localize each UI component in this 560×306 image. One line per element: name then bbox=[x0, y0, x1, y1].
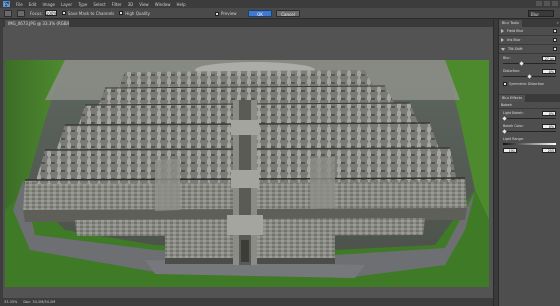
symmetric-distortion-label: Symmetric Distortion bbox=[509, 82, 545, 86]
save-mask-checkbox[interactable] bbox=[61, 11, 66, 15]
photoshop-logo: Ps bbox=[3, 1, 10, 7]
ok-button[interactable]: OK bbox=[248, 10, 272, 17]
status-bar: 33.33% Doc: 34.2M/34.2M bbox=[0, 298, 493, 306]
light-bokeh-track bbox=[503, 118, 556, 119]
tab-blur-tools[interactable]: Blur Tools bbox=[499, 20, 522, 27]
bokeh-row: Bokeh bbox=[499, 102, 560, 109]
pin-tool-icon[interactable] bbox=[17, 9, 25, 17]
document-tab-bar: IMG_0673.JPG @ 33.3% (RGB/8)* bbox=[3, 19, 493, 27]
doc-size: Doc: 34.2M/34.2M bbox=[23, 300, 56, 304]
bokeh-color-input[interactable]: 0% bbox=[542, 123, 556, 129]
light-range-high-input[interactable]: 255 bbox=[542, 147, 556, 153]
bokeh-color-track bbox=[503, 131, 556, 132]
iris-blur-label: Iris Blur bbox=[507, 38, 521, 42]
tilt-shift-controls: Blur: 27 px Distortion: 0% Symmetric Dis… bbox=[499, 54, 560, 88]
light-range-label: Light Range: bbox=[503, 137, 524, 141]
menu-view[interactable]: View bbox=[139, 2, 149, 7]
menu-3d[interactable]: 3D bbox=[128, 2, 134, 7]
zoom-readout[interactable]: 33.33% bbox=[4, 300, 17, 304]
light-bokeh-input[interactable]: 0% bbox=[542, 110, 556, 116]
high-quality-label: High Quality bbox=[125, 10, 151, 16]
tilt-shift-label: Tilt-Shift bbox=[508, 47, 523, 51]
preview-group: Preview bbox=[215, 11, 237, 16]
blur-tools-tabbar: Blur Tools bbox=[499, 19, 560, 27]
menu-help[interactable]: Help bbox=[176, 2, 185, 7]
menu-edit[interactable]: Edit bbox=[29, 2, 37, 7]
menu-bar: Ps File Edit Image Layer Type Select Fil… bbox=[0, 0, 560, 8]
focus-group: Focus: 100% bbox=[30, 10, 57, 16]
preview-checkbox[interactable] bbox=[215, 11, 219, 16]
expand-triangle-icon[interactable] bbox=[501, 38, 504, 42]
field-blur-row[interactable]: Field Blur bbox=[499, 27, 560, 36]
blur-amount-label: Blur: bbox=[503, 56, 511, 60]
light-bokeh-label: Light Bokeh: bbox=[503, 111, 524, 115]
focus-label: Focus: bbox=[30, 10, 43, 16]
menu-layer[interactable]: Layer bbox=[61, 2, 72, 7]
maximize-icon[interactable] bbox=[544, 1, 550, 6]
menu-type[interactable]: Type bbox=[78, 2, 87, 7]
tilt-shift-checkbox[interactable] bbox=[553, 47, 557, 51]
field-blur-checkbox[interactable] bbox=[553, 29, 557, 33]
blur-effects-tabbar: Blur Effects bbox=[499, 94, 560, 102]
menu-image[interactable]: Image bbox=[42, 2, 55, 7]
light-bokeh-slider[interactable] bbox=[502, 116, 556, 121]
distortion-label: Distortion: bbox=[503, 69, 521, 73]
iris-blur-row[interactable]: Iris Blur bbox=[499, 36, 560, 45]
save-mask-group: Save Mask to Channels bbox=[61, 10, 115, 16]
menu-filter[interactable]: Filter bbox=[112, 2, 122, 7]
field-blur-label: Field Blur bbox=[507, 29, 524, 33]
bokeh-label: Bokeh bbox=[501, 103, 512, 107]
save-mask-label: Save Mask to Channels bbox=[67, 10, 115, 16]
expand-triangle-icon[interactable] bbox=[501, 29, 504, 33]
window-controls bbox=[536, 1, 558, 6]
light-bokeh-knob[interactable] bbox=[502, 116, 507, 121]
blur-slider-track bbox=[503, 63, 556, 64]
distortion-slider-knob[interactable] bbox=[527, 74, 532, 79]
focus-input[interactable]: 100% bbox=[44, 10, 57, 16]
distortion-slider[interactable] bbox=[503, 74, 556, 79]
symmetric-distortion-checkbox[interactable] bbox=[503, 82, 507, 86]
collapse-icon[interactable]: » bbox=[557, 20, 559, 25]
document-tab[interactable]: IMG_0673.JPG @ 33.3% (RGB/8)* bbox=[5, 20, 69, 27]
close-icon[interactable] bbox=[552, 1, 558, 6]
workspace-select[interactable]: Blur Gallery bbox=[528, 10, 554, 24]
menu-select[interactable]: Select bbox=[93, 2, 105, 7]
high-quality-checkbox[interactable] bbox=[119, 11, 124, 15]
menu-file[interactable]: File bbox=[16, 2, 23, 7]
cancel-button[interactable]: Cancel bbox=[276, 10, 300, 17]
options-bar: Focus: 100% Save Mask to Channels High Q… bbox=[0, 8, 560, 24]
light-range-low-input[interactable]: 191 bbox=[503, 147, 517, 153]
tab-blur-effects[interactable]: Blur Effects bbox=[499, 95, 526, 102]
bokeh-color-label: Bokeh Color: bbox=[503, 124, 524, 128]
blur-amount-input[interactable]: 27 px bbox=[542, 55, 556, 61]
minimize-icon[interactable] bbox=[536, 1, 542, 6]
menu-window[interactable]: Window bbox=[155, 2, 171, 7]
distortion-input[interactable]: 0% bbox=[542, 68, 556, 74]
blur-panel: » Blur Tools Field Blur Iris Blur Tilt-S… bbox=[498, 19, 560, 306]
light-range-gradient[interactable] bbox=[503, 143, 556, 145]
tool-preset-icon[interactable] bbox=[4, 9, 12, 17]
preview-label: Preview bbox=[221, 11, 237, 16]
blur-slider[interactable] bbox=[503, 61, 556, 66]
canvas-area[interactable] bbox=[3, 27, 493, 298]
bokeh-color-slider[interactable] bbox=[502, 129, 556, 134]
temple-image bbox=[5, 60, 489, 287]
temple-photo[interactable] bbox=[5, 60, 489, 287]
symmetric-distortion-row: Symmetric Distortion bbox=[503, 81, 556, 87]
blur-slider-knob[interactable] bbox=[519, 61, 524, 66]
bokeh-color-knob[interactable] bbox=[502, 129, 507, 134]
collapse-triangle-icon[interactable] bbox=[501, 47, 505, 51]
iris-blur-checkbox[interactable] bbox=[553, 38, 557, 42]
tilt-shift-row[interactable]: Tilt-Shift bbox=[499, 45, 560, 54]
bokeh-controls: Light Bokeh: 0% Bokeh Color: 0% Light Ra… bbox=[499, 109, 560, 154]
high-quality-group: High Quality bbox=[119, 11, 150, 16]
